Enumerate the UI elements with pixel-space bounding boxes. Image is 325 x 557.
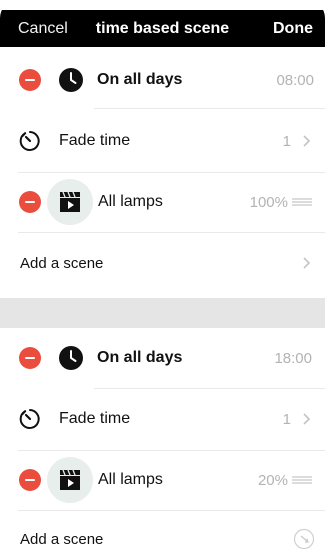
cancel-button[interactable]: Cancel bbox=[18, 20, 68, 38]
scene-icon-badge bbox=[47, 179, 93, 225]
scroll-indicator-icon bbox=[293, 528, 315, 550]
fade-time-label: Fade time bbox=[59, 132, 131, 149]
fade-time-label: Fade time bbox=[59, 410, 131, 427]
schedule-row[interactable]: On all days 18:00 bbox=[0, 332, 325, 384]
divider bbox=[18, 450, 325, 451]
add-scene-row[interactable]: Add a scene bbox=[0, 516, 325, 557]
page-title: time based scene bbox=[95, 19, 230, 37]
timer-icon bbox=[19, 131, 40, 151]
add-scene-label: Add a scene bbox=[20, 530, 104, 548]
film-clapper-icon bbox=[60, 469, 80, 490]
reorder-grip-icon[interactable] bbox=[291, 197, 313, 207]
film-clapper-icon bbox=[60, 191, 80, 212]
scene-brightness: 100% bbox=[249, 193, 288, 211]
scene-brightness: 20% bbox=[257, 471, 288, 489]
scene-label: All lamps bbox=[98, 471, 163, 488]
scene-label: All lamps bbox=[98, 193, 163, 210]
chevron-right-icon bbox=[303, 257, 311, 269]
screen: Cancel time based scene Done On all days… bbox=[0, 0, 325, 557]
fade-time-row[interactable]: Fade time 1 bbox=[0, 392, 325, 446]
schedule-time[interactable]: 18:00 bbox=[274, 350, 312, 367]
add-scene-label: Add a scene bbox=[20, 254, 104, 272]
divider bbox=[94, 388, 325, 389]
done-button[interactable]: Done bbox=[273, 20, 313, 38]
divider bbox=[18, 172, 325, 173]
chevron-right-icon bbox=[303, 413, 311, 425]
scene-icon-badge bbox=[47, 457, 93, 503]
fade-time-row[interactable]: Fade time 1 bbox=[0, 114, 325, 168]
schedule-label: On all days bbox=[97, 349, 183, 366]
nav-bar: Cancel time based scene Done bbox=[0, 10, 325, 47]
timer-icon bbox=[19, 409, 40, 429]
schedule-label: On all days bbox=[97, 71, 183, 88]
section-gap bbox=[0, 298, 325, 328]
divider bbox=[18, 510, 325, 511]
fade-time-value: 1 bbox=[282, 132, 291, 150]
delete-icon[interactable] bbox=[19, 469, 41, 491]
divider bbox=[18, 232, 325, 233]
fade-time-value: 1 bbox=[282, 410, 291, 428]
delete-icon[interactable] bbox=[19, 347, 41, 369]
divider bbox=[94, 108, 325, 109]
chevron-right-icon bbox=[303, 135, 311, 147]
schedule-time[interactable]: 08:00 bbox=[276, 72, 314, 89]
delete-icon[interactable] bbox=[19, 69, 41, 91]
delete-icon[interactable] bbox=[19, 191, 41, 213]
scene-row[interactable]: All lamps 20% bbox=[0, 454, 325, 506]
schedule-row[interactable]: On all days 08:00 bbox=[0, 54, 325, 106]
reorder-grip-icon[interactable] bbox=[291, 475, 313, 485]
clock-icon bbox=[59, 68, 83, 92]
scene-row[interactable]: All lamps 100% bbox=[0, 176, 325, 228]
clock-icon bbox=[59, 346, 83, 370]
add-scene-row[interactable]: Add a scene bbox=[0, 238, 325, 288]
